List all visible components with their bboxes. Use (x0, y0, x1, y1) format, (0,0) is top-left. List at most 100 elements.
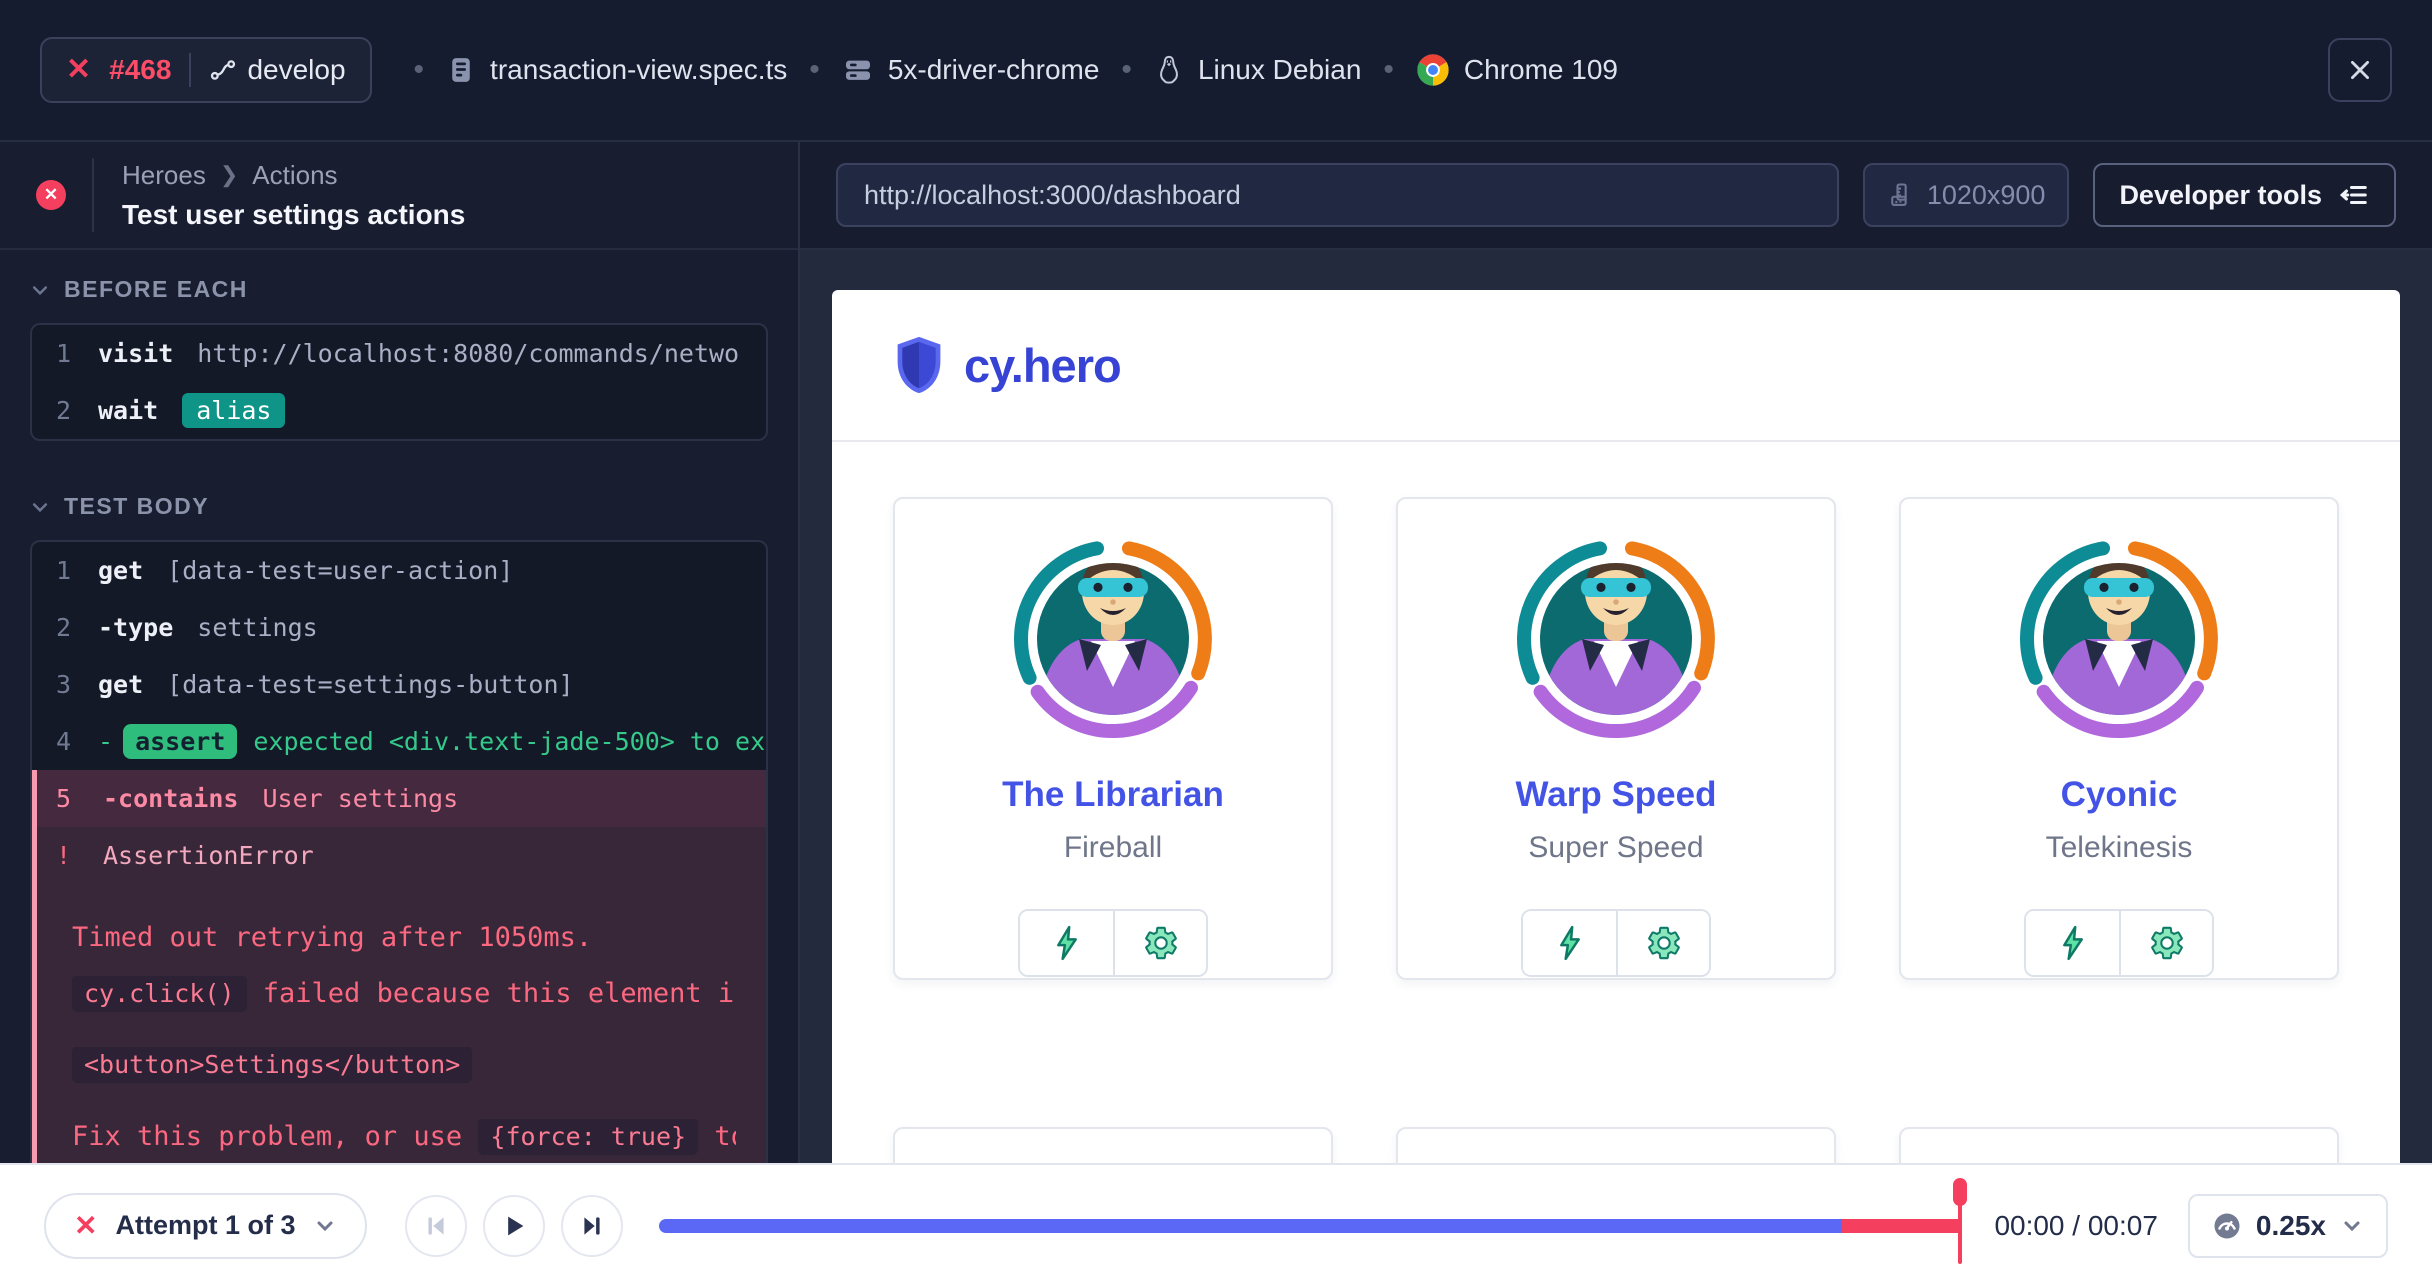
timeline-scrubber[interactable] (659, 1219, 1960, 1233)
test-header: ✕ Heroes ❯ Actions Test user settings ac… (0, 142, 798, 250)
assertion-error-row[interactable]: ! AssertionError (32, 827, 766, 884)
hero-card: Warp Speed Super Speed (1396, 497, 1836, 980)
panel-collapse-icon (2338, 180, 2370, 210)
settings-gear-button[interactable] (1616, 911, 1709, 975)
breadcrumb-parent[interactable]: Heroes (122, 160, 206, 191)
error-fix-text: Fix this problem, or use (72, 1121, 462, 1152)
hero-cards-row: The Librarian Fireball (832, 497, 2400, 980)
before-each-commands: 1 visit http://localhost:8080/commands/n… (30, 323, 768, 441)
lightning-button[interactable] (1020, 911, 1113, 975)
group-name: 5x-driver-chrome (888, 54, 1100, 86)
attempt-selector[interactable]: ✕ Attempt 1 of 3 (44, 1193, 367, 1259)
developer-tools-button[interactable]: Developer tools (2093, 163, 2396, 227)
timeline-error-pin[interactable] (1958, 1180, 1962, 1264)
run-failed-icon: ✕ (66, 55, 91, 85)
hero-power: Fireball (1064, 831, 1162, 865)
preview-header: 1020x900 Developer tools (800, 142, 2432, 250)
failed-command-row[interactable]: 5 -contains User settings (32, 770, 766, 827)
close-replay-button[interactable] (2328, 38, 2392, 102)
preview-stage: 1020x900 Developer tools (800, 142, 2432, 1163)
ruler-icon (1887, 180, 1915, 210)
error-message: Timed out retrying after 1050ms. cy.clic… (32, 884, 766, 1163)
playback-time: 00:00 / 00:07 (1994, 1210, 2157, 1242)
run-number: #468 (109, 54, 171, 86)
test-failed-icon: ✕ (36, 180, 66, 210)
speed-value: 0.25x (2256, 1210, 2326, 1242)
top-bar: ✕ #468 develop • transaction-view.spec.t… (0, 0, 2432, 142)
command-row[interactable]: 2 -type settings (32, 599, 766, 656)
separator-dot: • (1121, 53, 1132, 87)
shield-logo-icon (892, 334, 946, 396)
branch-name: develop (247, 54, 345, 86)
hero-name: Cyonic (2061, 775, 2178, 815)
chevron-down-icon (2340, 1214, 2364, 1238)
attempt-label: Attempt 1 of 3 (115, 1210, 295, 1241)
breadcrumb-child[interactable]: Actions (252, 160, 337, 191)
play-button[interactable] (483, 1195, 545, 1257)
server-stack-icon (842, 54, 874, 86)
url-input[interactable] (836, 163, 1839, 227)
attempt-failed-icon: ✕ (74, 1209, 97, 1242)
command-row[interactable]: 2 wait alias (32, 382, 766, 439)
error-fix-text2: to disable error che (714, 1121, 736, 1152)
settings-gear-button[interactable] (1113, 911, 1206, 975)
hero-actions (1018, 909, 1208, 977)
command-log-sidebar: ✕ Heroes ❯ Actions Test user settings ac… (0, 142, 800, 1163)
run-badge[interactable]: ✕ #468 develop (40, 37, 372, 103)
skip-previous-button[interactable] (405, 1195, 467, 1257)
hero-name: Warp Speed (1516, 775, 1717, 815)
hero-avatar (1013, 539, 1213, 739)
separator-dot: • (809, 53, 820, 87)
chevron-down-icon (30, 497, 50, 517)
hero-power: Telekinesis (2046, 831, 2193, 865)
error-element-chip: <button>Settings</button> (72, 1047, 472, 1083)
timeline-played-segment (659, 1219, 1842, 1233)
chevron-down-icon (30, 280, 50, 300)
hero-cards-row-2 (832, 1127, 2400, 1163)
playback-bar: ✕ Attempt 1 of 3 00:00 / 00:07 0.25x (0, 1163, 2432, 1286)
viewport-size: 1020x900 (1927, 180, 2046, 211)
app-brand: cy.hero (964, 338, 1121, 393)
hero-card (1899, 1127, 2339, 1163)
browser-name: Chrome 109 (1464, 54, 1618, 86)
section-before-each[interactable]: BEFORE EACH (30, 276, 768, 303)
test-body-commands: 1 get [data-test=user-action] 2 -type se… (30, 540, 768, 1163)
command-row[interactable]: 1 get [data-test=user-action] (32, 542, 766, 599)
viewport-size-badge[interactable]: 1020x900 (1863, 163, 2070, 227)
command-row[interactable]: 1 visit http://localhost:8080/commands/n… (32, 325, 766, 382)
skip-next-button[interactable] (561, 1195, 623, 1257)
os-name: Linux Debian (1198, 54, 1361, 86)
playback-speed-selector[interactable]: 0.25x (2188, 1194, 2388, 1258)
divider (189, 53, 191, 87)
separator-dot: • (414, 53, 425, 87)
separator-dot: • (1383, 53, 1394, 87)
spec-file-icon (446, 54, 476, 86)
hero-power: Super Speed (1528, 831, 1703, 865)
error-command-chip: cy.click() (72, 976, 247, 1012)
hero-actions (1521, 909, 1711, 977)
lightning-button[interactable] (1523, 911, 1616, 975)
settings-gear-button[interactable] (2119, 911, 2212, 975)
hero-avatar (2019, 539, 2219, 739)
gauge-icon (2212, 1211, 2242, 1241)
alias-badge: alias (182, 393, 285, 428)
hero-actions (2024, 909, 2214, 977)
chevron-down-icon (313, 1214, 337, 1238)
section-test-body[interactable]: TEST BODY (30, 493, 768, 520)
error-timeout-text: Timed out retrying after 1050ms. (72, 920, 736, 956)
app-header: cy.hero (832, 290, 2400, 442)
hero-avatar (1516, 539, 1716, 739)
hero-name: The Librarian (1002, 775, 1224, 815)
timeline-error-segment (1842, 1219, 1960, 1233)
lightning-button[interactable] (2026, 911, 2119, 975)
app-under-test: cy.hero (832, 290, 2400, 1163)
chevron-right-icon: ❯ (220, 162, 238, 188)
assert-row[interactable]: 4 - assert expected <div.text-jade-500> … (32, 713, 766, 770)
hero-card: Cyonic Telekinesis (1899, 497, 2339, 980)
breadcrumb: Heroes ❯ Actions (122, 160, 465, 191)
hero-card (1396, 1127, 1836, 1163)
command-row[interactable]: 3 get [data-test=settings-button] (32, 656, 766, 713)
hero-card (893, 1127, 1333, 1163)
spec-name[interactable]: transaction-view.spec.ts (490, 54, 787, 86)
hero-card: The Librarian Fireball (893, 497, 1333, 980)
